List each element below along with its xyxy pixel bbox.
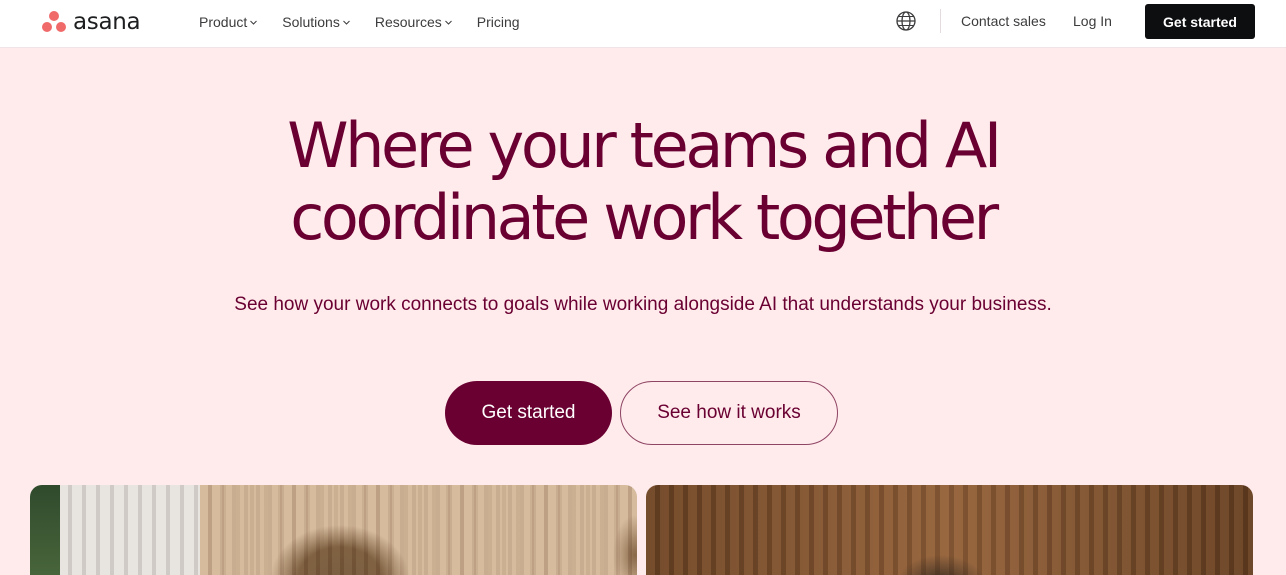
globe-icon[interactable] <box>895 10 917 32</box>
asana-logo[interactable]: asana <box>42 9 141 35</box>
header-get-started-button[interactable]: Get started <box>1145 4 1255 39</box>
brand-name: asana <box>73 9 141 35</box>
main-nav: Product Solutions Resources Pricing <box>199 0 545 44</box>
nav-item-label: Product <box>199 14 248 30</box>
nav-item-pricing[interactable]: Pricing <box>477 14 520 30</box>
chevron-down-icon <box>342 19 350 26</box>
get-started-button[interactable]: Get started <box>445 381 612 445</box>
nav-item-label: Resources <box>374 14 442 30</box>
hero-title: Where your teams and AI coordinate work … <box>0 110 1286 254</box>
chevron-down-icon <box>444 19 452 26</box>
hero-photo-left <box>30 485 637 575</box>
hero-title-line-2: coordinate work together <box>290 181 999 254</box>
nav-item-resources[interactable]: Resources <box>375 14 452 30</box>
header-divider <box>940 9 941 33</box>
nav-item-label: Pricing <box>476 14 520 30</box>
hero-subtitle: See how your work connects to goals whil… <box>234 294 1052 315</box>
see-how-it-works-button[interactable]: See how it works <box>620 381 838 445</box>
contact-sales-link[interactable]: Contact sales <box>961 13 1046 29</box>
chevron-down-icon <box>250 19 258 26</box>
site-header: asana Product Solutions Resources Pricin… <box>0 0 1286 48</box>
asana-logo-icon <box>42 11 67 33</box>
nav-item-product[interactable]: Product <box>199 14 258 30</box>
hero-photo-right <box>646 485 1253 575</box>
login-link[interactable]: Log In <box>1073 13 1112 29</box>
nav-item-solutions[interactable]: Solutions <box>282 14 350 30</box>
hero-title-line-1: Where your teams and AI <box>287 109 1002 182</box>
nav-item-label: Solutions <box>282 14 340 30</box>
